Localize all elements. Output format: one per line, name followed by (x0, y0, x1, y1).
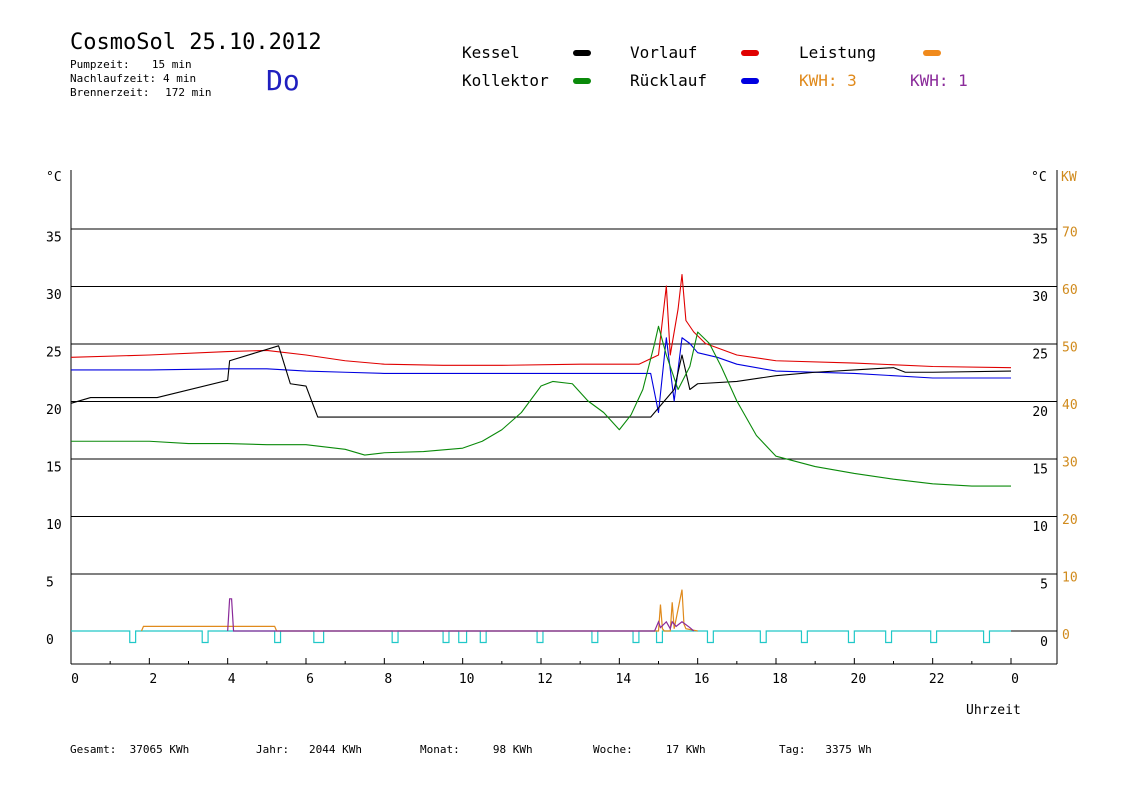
footer-label: Monat: (420, 743, 460, 756)
footer-value: 3375 Wh (825, 743, 872, 756)
pump-pulse-line (71, 630, 1011, 644)
footer-value: 98 KWh (492, 743, 533, 756)
x-tick-label: 22 (929, 672, 945, 687)
x-tick-label: 14 (616, 672, 632, 687)
y-tick-label-right: 0 (1040, 635, 1048, 650)
x-tick-label: 16 (694, 672, 710, 687)
power-series-line (227, 598, 695, 632)
footer-label: Tag: (779, 743, 806, 756)
footer-label: Woche: (593, 743, 633, 756)
y-tick-label-right: 20 (1032, 405, 1048, 420)
y-tick-label-left: 20 (46, 403, 62, 418)
footer-monat: Monat: 98 KWh (420, 743, 533, 756)
footer-value: 2044 KWh (309, 743, 362, 756)
x-tick-label: 6 (306, 672, 314, 687)
y2-tick-label: 20 (1062, 513, 1078, 528)
y2-tick-label: 10 (1062, 571, 1078, 586)
x-axis-label: Uhrzeit (966, 703, 1021, 718)
y-tick-label-right: 5 (1040, 578, 1048, 593)
y-tick-label-right: 35 (1032, 233, 1048, 248)
y-tick-label-left: 30 (46, 288, 62, 303)
y2-tick-label: 40 (1062, 398, 1078, 413)
y-tick-label-right: 10 (1032, 520, 1048, 535)
x-tick-label: 20 (851, 672, 867, 687)
y-tick-label-left: 15 (46, 461, 62, 476)
y2-tick-label: 70 (1062, 226, 1078, 241)
y-tick-label-right: 30 (1032, 290, 1048, 305)
y-tick-label-left: 0 (46, 633, 54, 648)
footer-value: 17 KWh (665, 743, 706, 756)
y-tick-label-right: 15 (1032, 463, 1048, 478)
x-tick-label: 4 (228, 672, 236, 687)
y2-axis-unit: KW (1061, 170, 1077, 185)
series-line-kessel (70, 345, 1012, 418)
y-axis-unit-left: °C (46, 170, 62, 185)
x-tick-label: 10 (459, 672, 475, 687)
footer-jahr: Jahr: 2044 KWh (256, 743, 362, 756)
y2-tick-label: 50 (1062, 341, 1078, 356)
temperature-chart: 0 05 510 1015 1520 2025 2530 3035 35010203040506… (46, 170, 1078, 718)
footer-woche: Woche: 17 KWh (593, 743, 706, 756)
footer-label: Gesamt: (70, 743, 117, 756)
y-tick-label-left: 5 (46, 576, 54, 591)
y2-tick-label: 30 (1062, 456, 1078, 471)
series-line-kollektor (71, 325, 1011, 487)
y-axis-unit-right: °C (1031, 170, 1047, 185)
y2-tick-label: 0 (1062, 628, 1070, 643)
y2-tick-label: 60 (1062, 283, 1078, 298)
x-tick-label: 2 (149, 672, 157, 687)
footer-tag: Tag: 3375 Wh (779, 743, 872, 756)
series-line-vorlauf (70, 273, 1012, 369)
x-tick-label: 18 (772, 672, 788, 687)
footer-gesamt: Gesamt: 37065 KWh (70, 743, 189, 756)
y-tick-label-left: 35 (46, 231, 62, 246)
y-tick-label-left: 25 (46, 346, 62, 361)
footer-value: 37065 KWh (129, 743, 190, 756)
x-tick-label: 12 (537, 672, 553, 687)
y-tick-label-left: 10 (46, 518, 62, 533)
x-tick-label: 0 (1011, 672, 1019, 687)
footer-label: Jahr: (256, 743, 290, 756)
x-tick-label: 0 (71, 672, 79, 687)
x-tick-label: 8 (384, 672, 392, 687)
y-tick-label-right: 25 (1032, 348, 1048, 363)
power-series-line (140, 589, 698, 632)
